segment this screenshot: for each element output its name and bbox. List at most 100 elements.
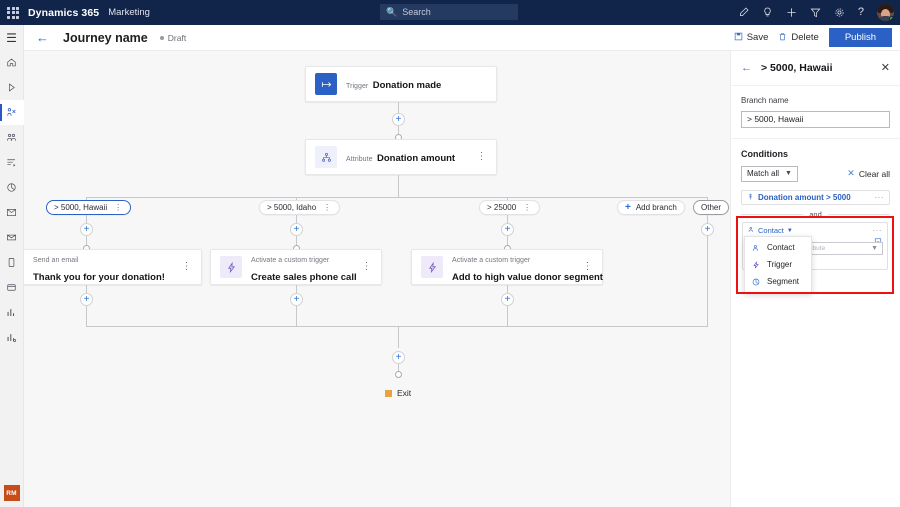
add-step-button-branch-other[interactable]: + (701, 223, 714, 236)
add-step-button-after-0[interactable]: + (80, 293, 93, 306)
node-subtitle: Activate a custom trigger (251, 257, 329, 264)
branch-name-input[interactable] (741, 111, 890, 128)
match-type-select[interactable]: Match all ▼ (741, 166, 798, 182)
delete-label: Delete (791, 32, 818, 43)
node-title: Thank you for your donation! (33, 272, 165, 283)
node-custom-trigger-donor-segment[interactable]: Activate a custom trigger Add to high va… (411, 249, 603, 285)
sidebar-item-emails[interactable] (0, 225, 24, 250)
sidebar-item-email-templates[interactable] (0, 200, 24, 225)
chevron-down-icon: ▼ (785, 170, 792, 177)
clear-all-button[interactable]: ✕ Clear all (847, 168, 890, 179)
dropdown-item-label: Contact (767, 243, 795, 252)
branch-label: > 25000 (487, 203, 516, 212)
add-step-button-1[interactable]: + (392, 113, 405, 126)
app-name: Marketing (108, 7, 150, 18)
lightbulb-icon[interactable] (762, 7, 773, 18)
dropdown-item-trigger[interactable]: Trigger (745, 256, 811, 273)
help-icon[interactable]: ? (858, 7, 864, 18)
search-input[interactable]: 🔍 Search (380, 4, 518, 20)
panel-divider (731, 138, 900, 139)
sidebar-item-forms[interactable] (0, 150, 24, 175)
exit-flag-icon (385, 390, 392, 397)
add-step-button-branch-1[interactable]: + (290, 223, 303, 236)
node-overflow-menu[interactable]: ⋮ (471, 152, 488, 162)
command-bar-actions: Save Delete Publish (734, 28, 900, 47)
sidebar-item-reports[interactable] (0, 325, 24, 350)
node-overflow-menu[interactable]: ⋮ (176, 262, 193, 272)
condition-1-label: Donation amount > 5000 (758, 193, 851, 202)
dropdown-item-contact[interactable]: Contact (745, 239, 811, 256)
sidebar-item-analytics[interactable] (0, 300, 24, 325)
presence-indicator (889, 16, 894, 21)
add-step-button-branch-0[interactable]: + (80, 223, 93, 236)
dropdown-item-segment[interactable]: Segment (745, 273, 811, 290)
gear-icon[interactable] (834, 7, 845, 18)
sidebar-item-segments[interactable] (0, 175, 24, 200)
branch-overflow-menu[interactable]: ⋮ (114, 203, 123, 212)
attribute-icon (747, 193, 754, 202)
avatar[interactable] (877, 4, 894, 21)
panel-title: > 5000, Hawaii (761, 62, 833, 74)
source-type-dropdown[interactable]: Contact Trigger Segment (744, 236, 812, 293)
trigger-icon (751, 261, 761, 269)
close-icon[interactable]: ✕ (881, 63, 890, 74)
branch-pill-other[interactable]: Other (693, 200, 729, 215)
node-overflow-menu[interactable]: ⋮ (356, 262, 373, 272)
condition-row-1[interactable]: Donation amount > 5000 ··· (741, 190, 890, 205)
panel-back-icon[interactable]: ← (741, 63, 752, 74)
node-title: Donation amount (377, 153, 455, 164)
plus-icon[interactable] (786, 7, 797, 18)
page-title: Journey name (63, 31, 148, 45)
chevron-down-icon: ▼ (871, 245, 878, 252)
delete-button[interactable]: Delete (778, 32, 818, 44)
add-step-button-after-2[interactable]: + (501, 293, 514, 306)
node-title: Add to high value donor segment (452, 272, 603, 283)
branch-overflow-menu[interactable]: ⋮ (323, 203, 332, 212)
branch-pill-1[interactable]: > 5000, Idaho ⋮ (259, 200, 340, 215)
user-initials-badge[interactable]: RM (4, 485, 20, 501)
sidebar-item-recent[interactable] (0, 75, 24, 100)
node-overflow-menu[interactable]: ⋮ (577, 262, 594, 272)
edit-icon[interactable] (738, 7, 749, 18)
topnav-actions: ? (738, 0, 894, 25)
node-subtitle: Send an email (33, 257, 78, 264)
add-branch-button[interactable]: + Add branch (617, 200, 685, 215)
chevron-down-icon[interactable]: ▼ (787, 228, 793, 234)
sidebar-item-hamburger-menu[interactable]: ☰ (0, 25, 24, 50)
sidebar-item-push-notifications[interactable] (0, 275, 24, 300)
condition-1-overflow-menu[interactable]: ··· (875, 193, 885, 202)
journey-canvas[interactable]: Trigger Donation made + Attribute Donati… (24, 51, 730, 507)
node-custom-trigger-sales-call[interactable]: Activate a custom trigger Create sales p… (210, 249, 382, 285)
node-subtitle: Activate a custom trigger (452, 257, 530, 264)
segment-icon (751, 278, 761, 286)
branch-pill-0[interactable]: > 5000, Hawaii ⋮ (46, 200, 131, 215)
save-label: Save (747, 32, 769, 43)
branch-pill-2[interactable]: > 25000 ⋮ (479, 200, 540, 215)
filter-icon[interactable] (810, 7, 821, 18)
add-step-button-branch-2[interactable]: + (501, 223, 514, 236)
sidebar-item-home[interactable] (0, 50, 24, 75)
status-badge: Draft (160, 33, 186, 43)
node-subtitle: Trigger (346, 83, 368, 90)
search-placeholder: Search (402, 7, 431, 17)
node-trigger[interactable]: Trigger Donation made (305, 66, 497, 102)
add-step-button-after-1[interactable]: + (290, 293, 303, 306)
app-root: Dynamics 365 Marketing 🔍 Search ? (0, 0, 900, 507)
sidebar-item-journeys[interactable] (0, 100, 24, 125)
node-exit[interactable]: Exit (385, 388, 411, 398)
save-button[interactable]: Save (734, 32, 769, 44)
node-attribute[interactable]: Attribute Donation amount ⋮ (305, 139, 497, 175)
condition-2-overflow-menu[interactable]: ··· (873, 226, 883, 235)
status-dot-icon (160, 36, 164, 40)
branch-overflow-menu[interactable]: ⋮ (523, 203, 532, 212)
publish-button[interactable]: Publish (829, 28, 892, 47)
branch-label: Other (701, 203, 721, 212)
sidebar-item-customer-insights[interactable] (0, 125, 24, 150)
sidebar-item-text-messages[interactable] (0, 250, 24, 275)
conditions-section-title: Conditions (741, 149, 890, 159)
back-arrow-icon[interactable]: ← (36, 31, 49, 44)
node-title: Create sales phone call (251, 272, 357, 283)
app-launcher-icon[interactable] (0, 0, 26, 25)
node-send-email[interactable]: Send an email Thank you for your donatio… (24, 249, 202, 285)
add-step-button-exit[interactable]: + (392, 351, 405, 364)
